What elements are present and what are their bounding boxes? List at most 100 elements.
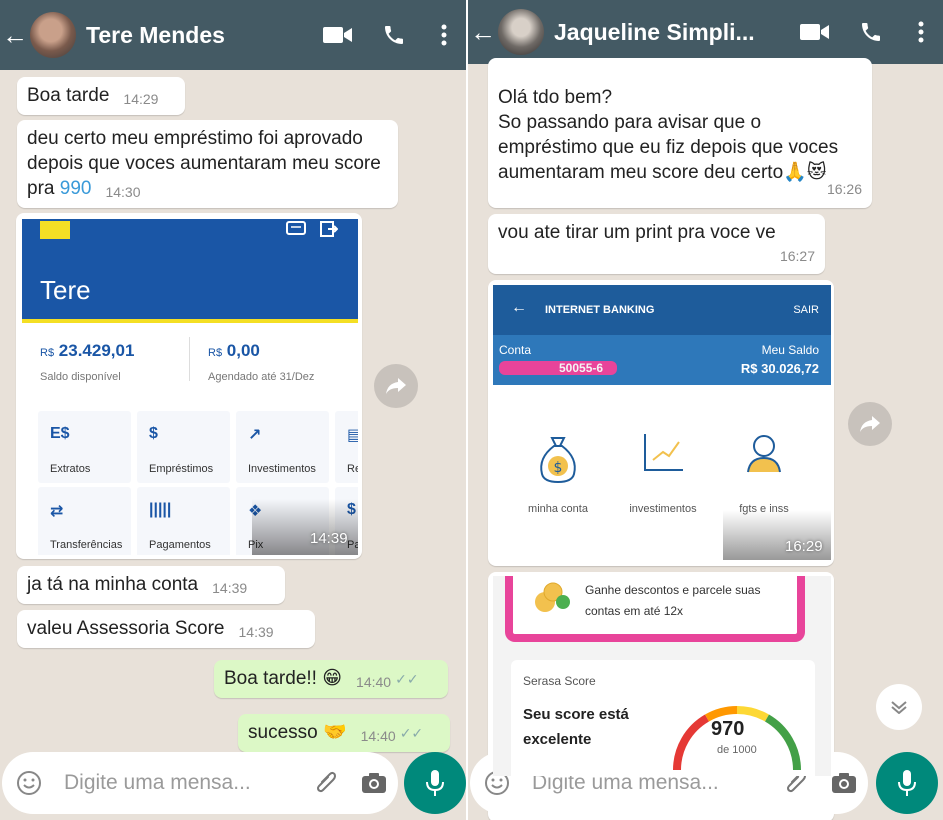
chat-header: ← Tere Mendes bbox=[0, 0, 466, 70]
bank-header-title: INTERNET BANKING bbox=[545, 304, 655, 316]
forward-icon[interactable] bbox=[848, 402, 892, 446]
tile-loans: $ Empréstimos bbox=[137, 411, 230, 483]
more-options-icon[interactable] bbox=[422, 24, 466, 46]
message-time: 14:29 bbox=[123, 91, 159, 107]
read-ticks-icon: ✓✓ bbox=[399, 725, 424, 741]
mic-button[interactable] bbox=[876, 752, 938, 814]
message-bubble[interactable]: deu certo meu empréstimo foi aprovado de… bbox=[17, 120, 398, 208]
message-text: vou ate tirar um print pra voce ve bbox=[498, 222, 776, 243]
bank-header: Tere bbox=[22, 219, 358, 319]
camera-icon[interactable] bbox=[350, 772, 398, 794]
message-input[interactable]: Digite uma mensa... bbox=[56, 771, 302, 795]
phone-icon[interactable] bbox=[843, 20, 899, 44]
attach-icon[interactable] bbox=[302, 770, 350, 796]
svg-text:$: $ bbox=[554, 460, 563, 476]
message-icon bbox=[286, 221, 306, 235]
tile-transfers: ⇄ Transferências bbox=[38, 487, 131, 555]
message-bubble[interactable]: Olá tdo bem? So passando para avisar que… bbox=[488, 58, 872, 208]
contact-name[interactable]: Tere Mendes bbox=[86, 22, 310, 49]
account-bar: Conta 50055-6 Meu Saldo R$ 30.026,72 bbox=[493, 335, 831, 385]
bank-header: ← INTERNET BANKING SAIR bbox=[493, 285, 831, 335]
chat-panel-left: ← Tere Mendes Boa tarde 14:29 deu certo m… bbox=[0, 0, 466, 820]
serasa-brand: Serasa Score bbox=[523, 674, 596, 688]
message-bubble[interactable]: ja tá na minha conta 14:39 bbox=[17, 566, 285, 604]
message-time: 14:30 bbox=[105, 184, 141, 200]
message-bubble-outgoing[interactable]: sucesso 🤝 14:40 ✓✓ bbox=[238, 714, 450, 752]
image-time: 16:29 bbox=[785, 538, 823, 555]
message-time: 14:40 bbox=[360, 728, 396, 744]
score-link[interactable]: 990 bbox=[60, 178, 92, 199]
serasa-screenshot: Ganhe descontos e parcele suas contas em… bbox=[493, 576, 831, 776]
image-time: 14:39 bbox=[310, 530, 348, 547]
loan-icon: $ bbox=[149, 425, 158, 442]
currency: R$ bbox=[208, 347, 223, 359]
score-value: 970 bbox=[711, 718, 745, 740]
tile-payments: ||||| Pagamentos bbox=[137, 487, 230, 555]
emoji-icon[interactable] bbox=[2, 770, 56, 796]
scheduled-label: Agendado até 31/Dez bbox=[208, 371, 315, 383]
accent-stripe bbox=[22, 319, 358, 323]
forward-icon[interactable] bbox=[374, 364, 418, 408]
score-headline: Seu score está excelente bbox=[523, 706, 629, 748]
statement-icon: E$ bbox=[50, 425, 70, 442]
balance-label: Saldo disponível bbox=[40, 371, 121, 383]
tile-label: Transferências bbox=[50, 539, 123, 551]
message-time: 14:40 bbox=[356, 674, 392, 690]
scheduled-value: 0,00 bbox=[226, 341, 260, 360]
money-bag-icon: $ bbox=[540, 437, 576, 484]
message-time: 16:26 bbox=[826, 181, 862, 197]
tile-label: Pagamentos bbox=[149, 539, 211, 551]
coins-icon bbox=[535, 582, 570, 612]
logout-label: SAIR bbox=[793, 304, 819, 316]
message-input-bar[interactable]: Digite uma mensa... bbox=[2, 752, 398, 814]
message-text: Olá tdo bem? So passando para avisar que… bbox=[498, 87, 839, 183]
scroll-down-button[interactable] bbox=[876, 684, 922, 730]
message-bubble[interactable]: vou ate tirar um print pra voce ve 16:27 bbox=[488, 214, 825, 274]
scheduled-balance: R$ 0,00 Agendado até 31/Dez bbox=[208, 341, 314, 383]
message-bubble[interactable]: Boa tarde 14:29 bbox=[17, 77, 185, 115]
read-ticks-icon: ✓✓ bbox=[395, 671, 419, 687]
message-text: Boa tarde!! 😁 bbox=[224, 668, 343, 689]
more-options-icon[interactable] bbox=[899, 21, 943, 43]
bank-logo bbox=[40, 221, 70, 239]
phone-icon[interactable] bbox=[366, 23, 422, 47]
message-bubble[interactable]: valeu Assessoria Score 14:39 bbox=[17, 610, 315, 648]
contact-name[interactable]: Jaqueline Simpli... bbox=[554, 19, 787, 46]
message-bubble-outgoing[interactable]: Boa tarde!! 😁 14:40 ✓✓ bbox=[214, 660, 448, 698]
balance-value: 23.429,01 bbox=[58, 341, 135, 360]
tile-re: ▤ Re bbox=[335, 411, 358, 483]
bank-screenshot: ← INTERNET BANKING SAIR Conta 50055-6 Me… bbox=[493, 285, 831, 560]
avatar[interactable] bbox=[30, 12, 76, 58]
video-call-icon[interactable] bbox=[310, 25, 366, 45]
chat-header: ← Jaqueline Simpli... bbox=[468, 0, 943, 64]
message-time: 14:39 bbox=[212, 580, 248, 596]
tile-investments: ↗ Investimentos bbox=[236, 411, 329, 483]
account-holder-name: Tere bbox=[40, 275, 91, 305]
back-arrow-icon[interactable]: ← bbox=[468, 17, 498, 48]
message-text: Boa tarde bbox=[27, 85, 110, 106]
promo-card: Ganhe descontos e parcele suas contas em… bbox=[505, 576, 805, 642]
message-text: valeu Assessoria Score bbox=[27, 618, 225, 639]
account-number: 50055-6 bbox=[499, 361, 618, 375]
mic-button[interactable] bbox=[404, 752, 466, 814]
balance-value: R$ 30.026,72 bbox=[740, 361, 819, 376]
mic-icon bbox=[426, 770, 444, 796]
promo-text: Ganhe descontos e parcele suas contas em… bbox=[585, 583, 761, 618]
logout-icon bbox=[320, 221, 338, 237]
message-text: ja tá na minha conta bbox=[27, 574, 199, 595]
message-time: 16:27 bbox=[779, 248, 815, 264]
tile-label: Investimentos bbox=[248, 463, 316, 475]
bank-screenshot: Tere R$ 23.429,01 Saldo disponível R$ 0,… bbox=[22, 219, 358, 555]
avatar[interactable] bbox=[498, 9, 544, 55]
menu-item: investimentos bbox=[629, 503, 697, 515]
tile-label: Re bbox=[347, 463, 358, 475]
chart-icon: ↗ bbox=[248, 427, 262, 444]
video-call-icon[interactable] bbox=[787, 22, 843, 42]
person-icon bbox=[747, 435, 781, 473]
currency: R$ bbox=[40, 347, 55, 359]
available-balance: R$ 23.429,01 Saldo disponível bbox=[40, 341, 134, 383]
doc-icon: ▤ bbox=[347, 427, 358, 444]
back-arrow-icon[interactable]: ← bbox=[0, 20, 30, 51]
barcode-icon: ||||| bbox=[149, 501, 172, 518]
tile-label: Extratos bbox=[50, 463, 91, 475]
